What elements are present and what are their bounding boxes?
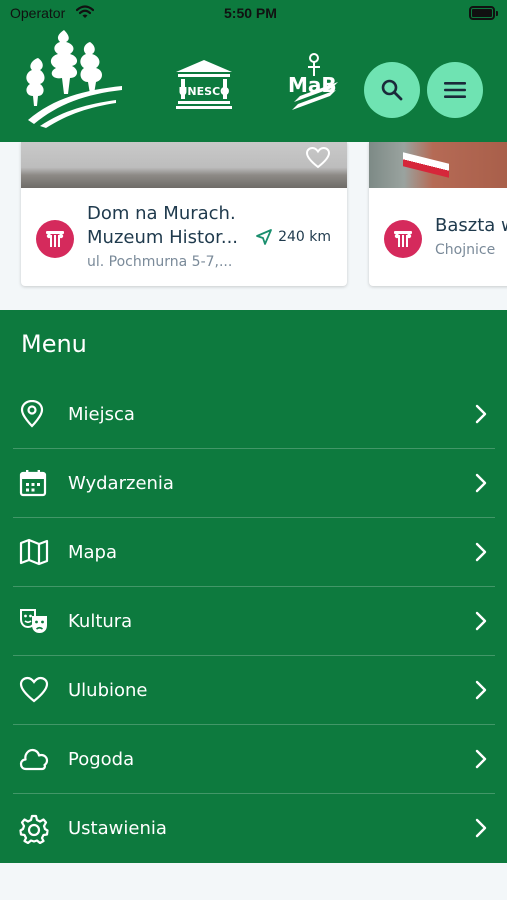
chevron-right-icon	[475, 404, 487, 424]
flag-image	[403, 152, 449, 178]
menu-title: Menu	[21, 330, 87, 358]
clock: 5:50 PM	[224, 5, 277, 21]
chevron-right-icon	[475, 818, 487, 838]
menu-item-kultura[interactable]: Kultura	[13, 587, 495, 656]
calendar-icon	[13, 461, 57, 505]
chevron-right-icon	[475, 611, 487, 631]
chevron-right-icon	[475, 749, 487, 769]
chevron-right-icon	[475, 680, 487, 700]
search-button[interactable]	[364, 62, 420, 118]
museum-icon	[384, 220, 422, 258]
chevron-right-icon	[475, 473, 487, 493]
unesco-text: UNESCO	[179, 85, 230, 98]
app-header: UNESCO MaB	[0, 28, 507, 142]
wifi-icon	[76, 5, 94, 18]
place-title[interactable]: Baszta w	[435, 214, 507, 238]
places-carousel[interactable]: Dom na Murach. Muzeum Histor... ul. Poch…	[0, 142, 507, 310]
place-photo	[21, 142, 347, 188]
gear-icon	[13, 807, 57, 851]
place-card[interactable]: Dom na Murach. Muzeum Histor... ul. Poch…	[21, 142, 347, 286]
forest-logo[interactable]	[24, 28, 124, 128]
menu-item-ulubione[interactable]: Ulubione	[13, 656, 495, 725]
map-pin-icon	[13, 392, 57, 436]
navigation-arrow-icon	[256, 229, 272, 245]
heart-icon	[13, 668, 57, 712]
battery-icon	[469, 6, 498, 20]
place-title[interactable]: Dom na Murach. Muzeum Histor...	[87, 202, 238, 250]
favorite-heart-icon[interactable]	[305, 146, 331, 170]
unesco-logo[interactable]: UNESCO	[174, 58, 234, 110]
carrier-label: Operator	[10, 5, 66, 21]
place-photo	[369, 142, 507, 188]
search-icon	[381, 79, 403, 101]
cloud-icon	[13, 737, 57, 781]
menu-item-miejsca[interactable]: Miejsca	[13, 380, 495, 449]
hamburger-icon	[444, 82, 466, 98]
chevron-right-icon	[475, 542, 487, 562]
bottom-area	[0, 863, 507, 900]
menu-item-mapa[interactable]: Mapa	[13, 518, 495, 587]
status-bar: Operator 5:50 PM	[0, 0, 507, 28]
place-card[interactable]: Baszta w Chojnice	[369, 142, 507, 286]
mab-logo[interactable]: MaB	[284, 52, 344, 112]
mab-text: MaB	[288, 73, 337, 97]
place-address: Chojnice	[435, 242, 496, 258]
museum-icon	[36, 220, 74, 258]
place-address: ul. Pochmurna 5-7,...	[87, 254, 233, 270]
map-icon	[13, 530, 57, 574]
menu-item-ustawienia[interactable]: Ustawienia	[13, 794, 495, 863]
theater-masks-icon	[13, 599, 57, 643]
side-menu: Menu Miejsca Wydarzenia Mapa Kultura Ulu…	[0, 310, 507, 863]
place-distance: 240 km	[255, 228, 331, 246]
menu-button[interactable]	[427, 62, 483, 118]
menu-item-pogoda[interactable]: Pogoda	[13, 725, 495, 794]
menu-item-wydarzenia[interactable]: Wydarzenia	[13, 449, 495, 518]
